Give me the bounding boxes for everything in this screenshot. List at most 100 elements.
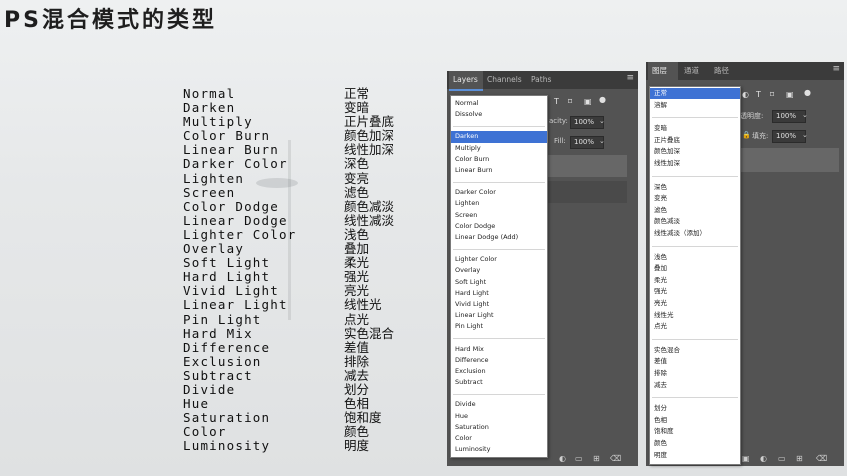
blend-mode-option[interactable]: Dissolve	[451, 109, 547, 120]
shape-filter-icon[interactable]: ⌑	[568, 97, 572, 106]
blend-mode-option[interactable]: Lighter Color	[451, 254, 547, 265]
blend-mode-option[interactable]: Subtract	[451, 377, 547, 388]
smart-object-filter-icon[interactable]: ▣	[786, 90, 794, 99]
blend-mode-option[interactable]: Hard Mix	[451, 344, 547, 355]
blend-mode-option[interactable]: 浅色	[650, 252, 740, 263]
blend-mode-option[interactable]: Lighten	[451, 198, 547, 209]
adjustment-icon[interactable]: ◐	[559, 454, 566, 463]
type-filter-icon[interactable]: T	[756, 90, 761, 99]
tab-paths[interactable]: Paths	[531, 71, 551, 89]
blend-mode-option[interactable]: Luminosity	[451, 444, 547, 455]
blend-mode-option[interactable]: Vivid Light	[451, 299, 547, 310]
type-filter-icon[interactable]: T	[554, 97, 559, 106]
mode-name-english: Divide	[183, 381, 236, 397]
blend-mode-dropdown-chinese[interactable]: 正常 溶解变暗 正片叠底 颜色加深 线性加深深色 变亮 滤色 颜色减淡 线性减淡（添加） 浅色 叠加…	[649, 86, 741, 465]
panel-menu-icon[interactable]: ≡	[832, 64, 840, 74]
blend-mode-option[interactable]: 变亮	[650, 193, 740, 204]
mode-name-english: Overlay	[183, 241, 245, 257]
blend-mode-option[interactable]: 差值	[650, 356, 740, 367]
filter-toggle-icon[interactable]: ●	[599, 95, 606, 104]
blend-mode-option[interactable]: 减去	[650, 380, 740, 391]
blend-mode-option[interactable]: 点光	[650, 321, 740, 332]
blend-mode-option[interactable]: 色相	[650, 415, 740, 426]
blend-mode-option[interactable]: 线性加深	[650, 158, 740, 169]
smart-object-filter-icon[interactable]: ▣	[584, 97, 592, 106]
blend-mode-option[interactable]: Soft Light	[451, 277, 547, 288]
mode-name-english: Color Dodge	[183, 198, 279, 214]
menu-divider	[453, 181, 545, 183]
blend-mode-option[interactable]: 正片叠底	[650, 135, 740, 146]
trash-icon[interactable]: ⌫	[816, 454, 827, 463]
opacity-chevron-icon[interactable]: ⌄	[599, 117, 605, 125]
blend-mode-option[interactable]: Divide	[451, 399, 547, 410]
mode-name-chinese: 排除	[344, 353, 370, 369]
fill-chevron-icon[interactable]: ⌄	[599, 137, 605, 145]
blend-mode-option[interactable]: 实色混合	[650, 345, 740, 356]
blend-mode-option[interactable]: 颜色加深	[650, 146, 740, 157]
blend-mode-option[interactable]: 颜色	[650, 438, 740, 449]
blend-mode-option[interactable]: Hue	[451, 411, 547, 422]
blend-mode-option[interactable]: Linear Light	[451, 310, 547, 321]
blend-mode-option[interactable]: Linear Dodge (Add)	[451, 232, 547, 243]
fill-chevron-icon[interactable]: ⌄	[802, 131, 808, 139]
trash-icon[interactable]: ⌫	[610, 454, 621, 463]
new-layer-icon[interactable]: ⊞	[796, 454, 803, 463]
tab-layers[interactable]: 图层	[648, 62, 678, 80]
blend-mode-option[interactable]: Normal	[451, 98, 547, 109]
tab-channels[interactable]: 通道	[684, 62, 699, 80]
tab-paths[interactable]: 路径	[714, 62, 729, 80]
layer-row[interactable]	[739, 148, 839, 172]
panel-menu-icon[interactable]: ≡	[626, 73, 634, 83]
blend-mode-option[interactable]: Darker Color	[451, 187, 547, 198]
fill-field[interactable]: 100%	[772, 130, 806, 143]
blend-mode-option[interactable]: 强光	[650, 286, 740, 297]
blend-mode-option[interactable]: 划分	[650, 403, 740, 414]
blend-mode-option[interactable]: 饱和度	[650, 426, 740, 437]
blend-mode-option[interactable]: 线性减淡（添加）	[650, 228, 740, 239]
blend-mode-option[interactable]: Overlay	[451, 265, 547, 276]
layer-row[interactable]	[547, 181, 627, 203]
blend-mode-option[interactable]: 亮光	[650, 298, 740, 309]
blend-mode-option[interactable]: Exclusion	[451, 366, 547, 377]
mode-name-chinese: 差值	[344, 339, 370, 355]
blend-mode-option[interactable]: Multiply	[451, 143, 547, 154]
blend-mode-option[interactable]: Color Burn	[451, 154, 547, 165]
adjustment-filter-icon[interactable]: ◐	[742, 90, 749, 99]
blend-mode-option[interactable]: 正常	[650, 88, 740, 100]
blend-mode-option[interactable]: Linear Burn	[451, 165, 547, 176]
mask-icon[interactable]: ▣	[742, 454, 750, 463]
blend-mode-option[interactable]: Color	[451, 433, 547, 444]
mode-name-english: Pin Light	[183, 311, 262, 327]
blend-mode-option[interactable]: 线性光	[650, 310, 740, 321]
blend-mode-option[interactable]: Hard Light	[451, 288, 547, 299]
tab-channels[interactable]: Channels	[487, 71, 522, 89]
blend-mode-option[interactable]: Difference	[451, 355, 547, 366]
opacity-field[interactable]: 100%	[772, 110, 806, 123]
blend-mode-option[interactable]: 排除	[650, 368, 740, 379]
blend-mode-option[interactable]: Saturation	[451, 422, 547, 433]
blend-mode-option[interactable]: 溶解	[650, 100, 740, 111]
blend-mode-option[interactable]: 柔光	[650, 275, 740, 286]
shape-filter-icon[interactable]: ⌑	[770, 90, 774, 99]
blend-mode-option[interactable]: Color Dodge	[451, 221, 547, 232]
blend-mode-option[interactable]: Screen	[451, 210, 547, 221]
folder-icon[interactable]: ▭	[575, 454, 583, 463]
blend-mode-option[interactable]: Darken	[451, 131, 547, 143]
blend-mode-option[interactable]: 变暗	[650, 123, 740, 134]
opacity-chevron-icon[interactable]: ⌄	[802, 111, 808, 119]
lock-icon[interactable]: 🔒	[742, 131, 751, 139]
blend-mode-option[interactable]: 滤色	[650, 205, 740, 216]
blend-mode-option[interactable]: 颜色减淡	[650, 216, 740, 227]
blend-mode-option[interactable]: 深色	[650, 182, 740, 193]
blend-mode-option[interactable]: Pin Light	[451, 321, 547, 332]
tab-layers[interactable]: Layers	[449, 71, 483, 91]
blend-mode-option[interactable]: 明度	[650, 450, 740, 461]
new-layer-icon[interactable]: ⊞	[593, 454, 600, 463]
adjustment-icon[interactable]: ◐	[760, 454, 767, 463]
blend-mode-dropdown-english[interactable]: Normal Dissolve Darken Multiply Color Burn Li…	[450, 95, 548, 458]
filter-toggle-icon[interactable]: ●	[804, 88, 811, 97]
mode-name-english: Subtract	[183, 367, 253, 383]
layer-row[interactable]	[547, 155, 627, 177]
folder-icon[interactable]: ▭	[778, 454, 786, 463]
blend-mode-option[interactable]: 叠加	[650, 263, 740, 274]
